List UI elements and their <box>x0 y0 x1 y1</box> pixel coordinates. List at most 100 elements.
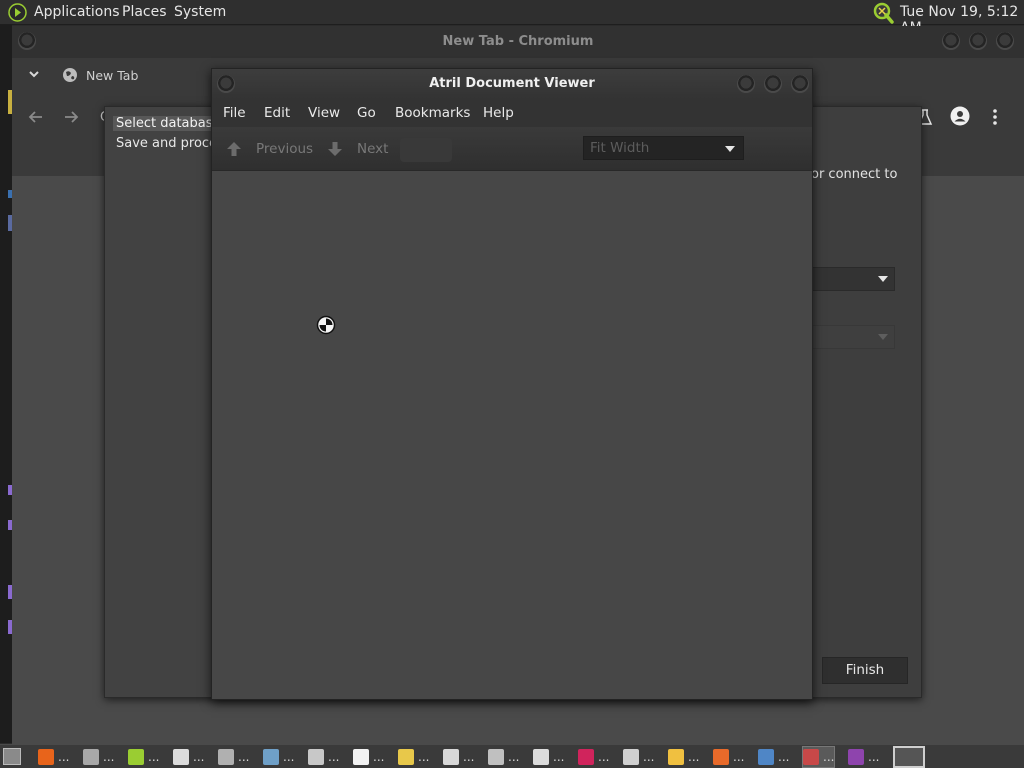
taskbar-item[interactable]: ... <box>218 747 249 767</box>
taskbar-item-label: ... <box>373 750 385 764</box>
bottom-taskbar: ........................................… <box>0 744 1024 768</box>
wizard-steps-sidebar: Select database Save and procee <box>105 107 225 697</box>
taskbar-item-label: ... <box>508 750 520 764</box>
chromium-titlebar[interactable]: New Tab - Chromium <box>12 26 1024 58</box>
dropdown-arrow-icon <box>878 334 888 340</box>
more-options-icon[interactable] <box>989 108 1001 126</box>
finish-button[interactable]: Finish <box>822 657 908 684</box>
chromium-icon <box>758 749 774 765</box>
taskbar-item[interactable]: ... <box>263 747 294 767</box>
next-page-button[interactable]: Next <box>357 141 388 157</box>
applications-menu[interactable]: Applications <box>34 4 120 20</box>
atril-icon <box>803 749 819 765</box>
terminal-icon <box>173 749 189 765</box>
atril-toolbar: Previous Next Fit Width <box>212 127 812 171</box>
taskbar-item-label: ... <box>778 750 790 764</box>
menu-edit[interactable]: Edit <box>264 105 290 121</box>
taskbar-item[interactable]: ... <box>173 747 204 767</box>
pipeline-icon <box>218 749 234 765</box>
taskbar-item[interactable]: ... <box>533 747 564 767</box>
places-menu[interactable]: Places <box>122 4 167 20</box>
chevron-down-icon[interactable] <box>26 66 42 82</box>
forward-arrow-icon[interactable] <box>61 107 81 127</box>
taskbar-item-label: ... <box>643 750 655 764</box>
close-button[interactable] <box>791 75 809 93</box>
taskbar-item-label: ... <box>148 750 160 764</box>
atril-window: Atril Document Viewer File Edit View Go … <box>211 68 813 700</box>
menu-go[interactable]: Go <box>357 105 376 121</box>
menu-view[interactable]: View <box>308 105 340 121</box>
taskbar-item[interactable]: ... <box>488 747 519 767</box>
dropdown-arrow-icon <box>878 276 888 282</box>
atril-menubar: File Edit View Go Bookmarks Help <box>212 99 812 127</box>
search-icon <box>398 749 414 765</box>
taskbar-item-label: ... <box>328 750 340 764</box>
taskbar-item-label: ... <box>103 750 115 764</box>
zoom-value: Fit Width <box>590 140 650 156</box>
office-icon <box>713 749 729 765</box>
menu-file[interactable]: File <box>223 105 246 121</box>
taskbar-item[interactable]: ... <box>398 747 429 767</box>
tab-new-tab[interactable]: New Tab <box>86 68 138 83</box>
atril-window-title: Atril Document Viewer <box>429 76 595 91</box>
taskbar-item[interactable]: ... <box>83 747 114 767</box>
taskbar-item[interactable]: ... <box>713 747 744 767</box>
notes-icon <box>443 749 459 765</box>
menu-bookmarks[interactable]: Bookmarks <box>395 105 470 121</box>
maximize-button[interactable] <box>969 32 987 50</box>
database-type-dropdown[interactable] <box>811 267 895 291</box>
taskbar-item[interactable]: ... <box>623 747 654 767</box>
previous-page-button[interactable]: Previous <box>256 141 313 157</box>
taskbar-item[interactable]: ... <box>848 747 879 767</box>
taskbar-item[interactable]: ... <box>801 746 836 768</box>
taskbar-item[interactable]: ... <box>308 747 339 767</box>
close-button[interactable] <box>996 32 1014 50</box>
taskbar-item[interactable]: ... <box>38 747 69 767</box>
taskbar-item[interactable]: ... <box>353 747 384 767</box>
update-notifier-icon[interactable] <box>871 1 895 24</box>
taskbar-item-label: ... <box>418 750 430 764</box>
taskbar-item[interactable]: ... <box>578 747 609 767</box>
menu-help[interactable]: Help <box>483 105 514 121</box>
app-launcher-icon <box>128 749 144 765</box>
minimize-button[interactable] <box>737 75 755 93</box>
ruby-icon <box>578 749 594 765</box>
zoom-dropdown[interactable]: Fit Width <box>583 136 744 160</box>
taskbar-item[interactable]: ... <box>443 747 474 767</box>
taskbar-item-label: ... <box>823 750 835 764</box>
maximize-button[interactable] <box>764 75 782 93</box>
minimize-button[interactable] <box>942 32 960 50</box>
document-view-area[interactable] <box>212 172 812 699</box>
next-page-icon[interactable] <box>325 139 345 159</box>
page-number-input[interactable] <box>400 138 452 162</box>
database-icon <box>848 749 864 765</box>
taskbar-item[interactable]: ... <box>128 747 159 767</box>
top-panel: Applications Places System Tue Nov 19, 5… <box>0 0 1024 36</box>
wizard-step-select-database[interactable]: Select database <box>113 116 224 131</box>
atril-titlebar[interactable]: Atril Document Viewer <box>212 69 812 99</box>
taskbar-item-label: ... <box>238 750 250 764</box>
database-dropdown-disabled <box>811 325 895 349</box>
taskbar-item[interactable]: ... <box>668 747 699 767</box>
calculator-icon <box>308 749 324 765</box>
back-arrow-icon[interactable] <box>26 107 46 127</box>
profile-icon[interactable] <box>950 106 970 126</box>
printer-icon <box>488 749 504 765</box>
menu-logo-icon[interactable] <box>8 3 27 22</box>
workspace-switcher[interactable] <box>893 746 925 768</box>
taskbar-item-label: ... <box>868 750 880 764</box>
taskbar-item-label: ... <box>598 750 610 764</box>
taskbar-item-label: ... <box>193 750 205 764</box>
folder-icon <box>83 749 99 765</box>
image-viewer-icon <box>623 749 639 765</box>
busy-cursor-icon <box>316 315 336 335</box>
taskbar-item-label: ... <box>733 750 745 764</box>
desktop-background-strip <box>0 25 12 743</box>
wizard-step-save-and-proceed[interactable]: Save and procee <box>116 136 225 151</box>
network-icon <box>263 749 279 765</box>
taskbar-item[interactable]: ... <box>758 747 789 767</box>
system-menu[interactable]: System <box>174 4 226 20</box>
previous-page-icon[interactable] <box>224 139 244 159</box>
taskbar-item-label: ... <box>58 750 70 764</box>
show-desktop-button[interactable] <box>3 748 21 765</box>
